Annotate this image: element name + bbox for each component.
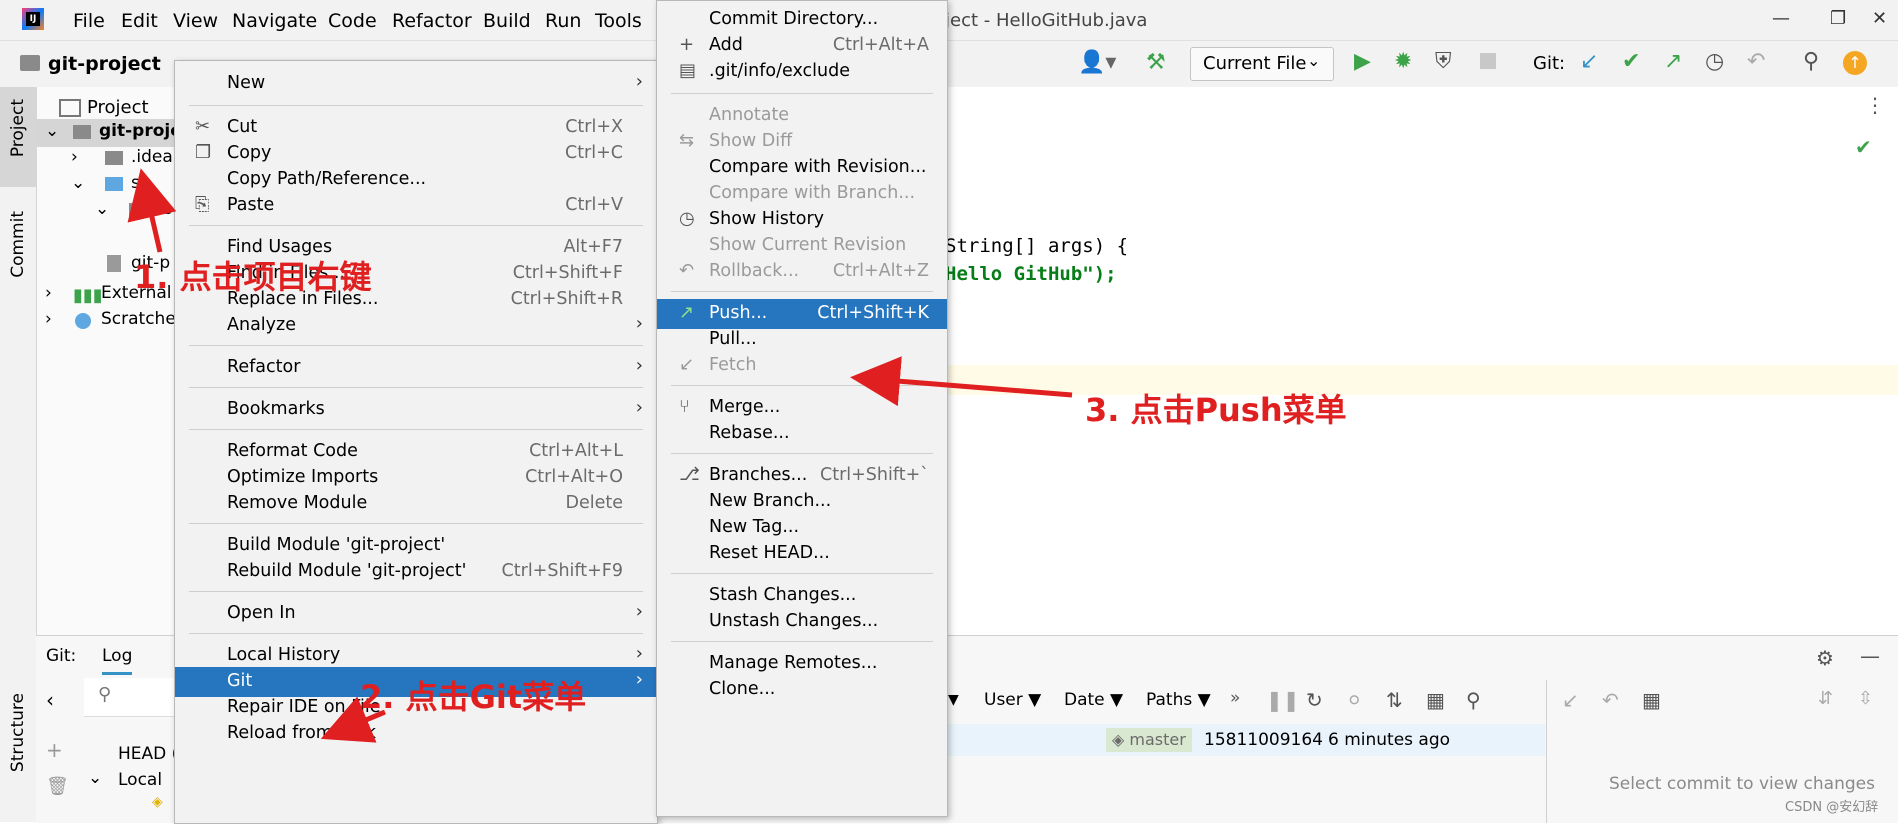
annotation-arrows [127,168,1073,743]
annotation-step-1: 1. 点击项目右键 [134,258,372,296]
watermark: CSDN @安幻辞 [1785,800,1879,815]
annotation-arrow-1 [127,168,177,253]
annotation-step-2: 2. 点击Git菜单 [360,678,587,716]
annotation-step-3: 3. 点击Push菜单 [1085,391,1347,429]
annotation-arrow-3 [850,356,1073,407]
